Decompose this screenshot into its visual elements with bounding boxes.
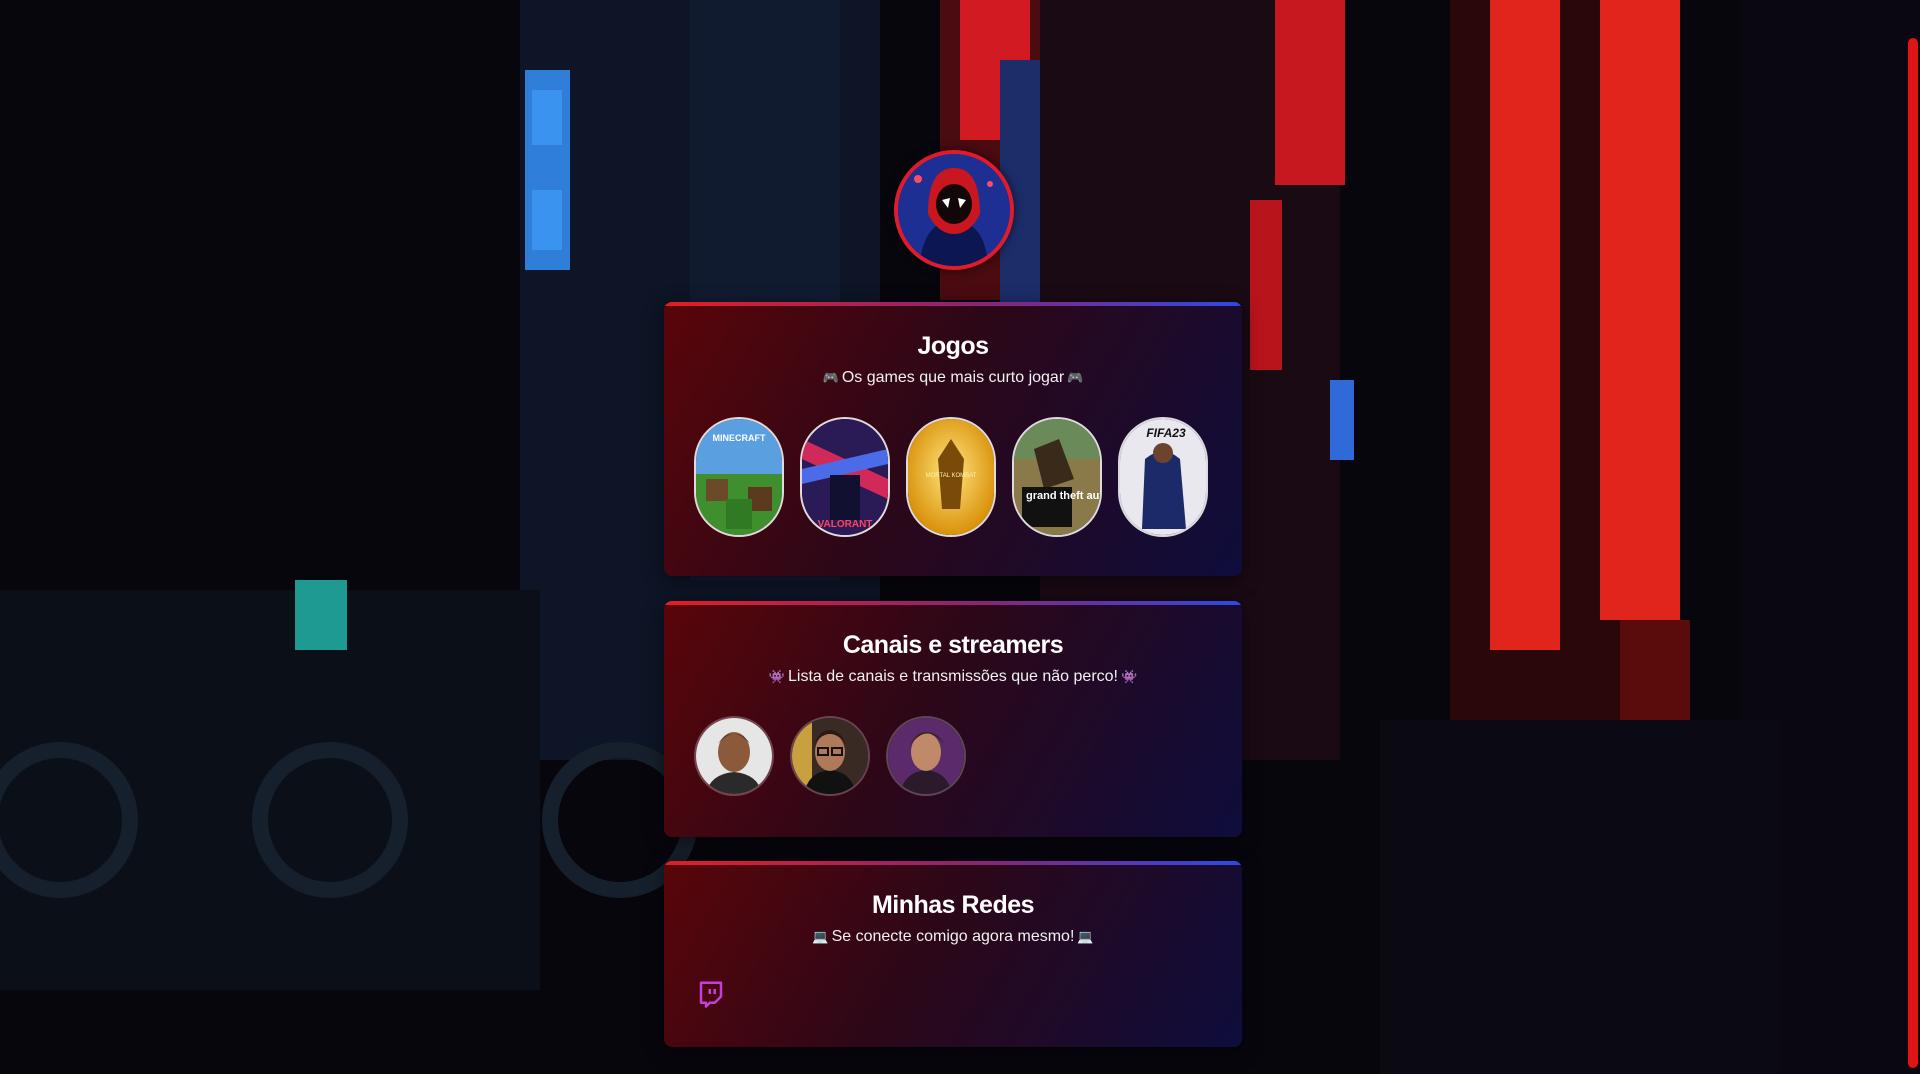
laptop-icon: 💻	[812, 929, 829, 944]
social-card: Minhas Redes 💻 Se conecte comigo agora me…	[664, 861, 1242, 1047]
social-subtitle: 💻 Se conecte comigo agora mesmo! 💻	[664, 928, 1242, 946]
mk-logo: MORTAL KOMBAT	[926, 473, 977, 479]
streamers-title: Canais e streamers	[842, 631, 1064, 659]
streamer-avatar-2[interactable]	[790, 716, 870, 796]
games-title: Jogos	[917, 332, 989, 360]
games-subtitle-text: Os games que mais curto jogar	[841, 369, 1065, 386]
scrollbar-thumb[interactable]	[1908, 38, 1918, 1068]
game-gta-v[interactable]: grand theft auto	[1012, 417, 1102, 537]
twitch-link[interactable]	[696, 979, 726, 1009]
game-valorant[interactable]: VALORANT	[800, 417, 890, 537]
games-subtitle: 🎮 Os games que mais curto jogar 🎮	[664, 369, 1242, 387]
twitch-icon	[699, 981, 723, 1008]
game-fifa-23[interactable]: FIFA23	[1118, 417, 1208, 537]
streamers-subtitle: 👾 Lista de canais e transmissões que não …	[664, 668, 1242, 686]
social-subtitle-text: Se conecte comigo agora mesmo!	[831, 928, 1075, 945]
social-title: Minhas Redes	[871, 891, 1035, 919]
streamers-subtitle-text: Lista de canais e transmissões que não p…	[788, 668, 1118, 685]
alien-monster-icon: 👾	[768, 669, 786, 684]
games-card: Jogos 🎮 Os games que mais curto jogar 🎮 MI…	[664, 302, 1242, 576]
streamers-list	[694, 716, 966, 796]
alien-monster-icon: 👾	[1120, 669, 1138, 684]
game-mortal-kombat[interactable]: MORTAL KOMBAT	[906, 417, 996, 537]
streamer-avatar-1[interactable]	[694, 716, 774, 796]
profile-avatar	[894, 150, 1014, 270]
fifa-logo: FIFA23	[1146, 426, 1186, 440]
gamepad-icon: 🎮	[822, 370, 839, 385]
streamer-avatar-3[interactable]	[886, 716, 966, 796]
gta-logo: grand theft auto	[1026, 490, 1100, 502]
streamers-card: Canais e streamers 👾 Lista de canais e tr…	[664, 601, 1242, 837]
games-list: MINECRAFT VALORANT MORTAL KOMBAT grand t…	[694, 417, 1208, 537]
minecraft-logo: MINECRAFT	[713, 433, 766, 443]
laptop-icon: 💻	[1077, 929, 1094, 944]
valorant-logo: VALORANT	[818, 519, 873, 530]
page-scrollbar[interactable]	[1906, 0, 1920, 1074]
avatar-image	[898, 154, 1010, 266]
gamepad-icon: 🎮	[1067, 370, 1084, 385]
game-minecraft[interactable]: MINECRAFT	[694, 417, 784, 537]
